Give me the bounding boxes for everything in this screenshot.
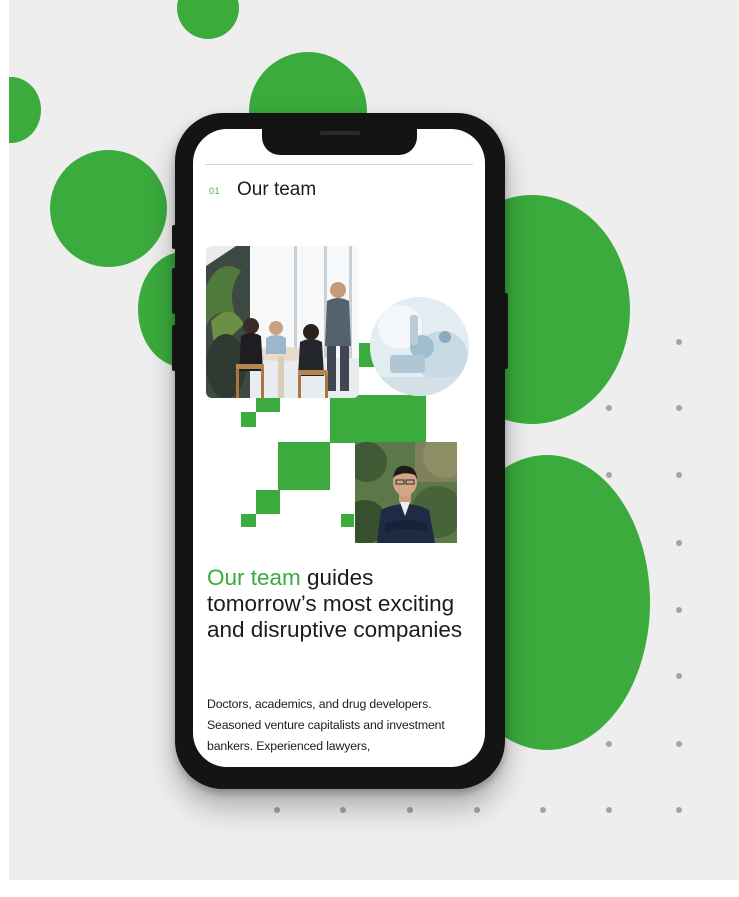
decor-circle (50, 150, 167, 267)
portrait-illustration (355, 442, 457, 543)
decor-dot (676, 339, 682, 345)
decor-circle (9, 77, 41, 143)
decor-dot (407, 807, 413, 813)
phone-screen: 01 Our team Our team guides tomorrow’s m… (193, 129, 485, 767)
decor-dot (676, 540, 682, 546)
decor-circle (177, 0, 239, 39)
decor-square (330, 395, 426, 443)
headline-accent: Our team (207, 565, 301, 590)
decor-dot (340, 807, 346, 813)
decor-dot (676, 807, 682, 813)
section-number: 01 (209, 186, 221, 196)
decor-dot (606, 472, 612, 478)
section-title: Our team (237, 179, 317, 200)
decor-dot (474, 807, 480, 813)
decor-square (241, 514, 256, 527)
section-divider (205, 164, 473, 165)
decor-dot (676, 405, 682, 411)
decor-dot (540, 807, 546, 813)
team-meeting-illustration (206, 246, 359, 398)
laboratory-illustration (370, 297, 469, 396)
decor-square (278, 442, 330, 490)
phone-speaker (320, 131, 360, 135)
decor-dot (676, 472, 682, 478)
body-copy: Doctors, academics, and drug developers.… (207, 697, 445, 753)
team-member-portrait (355, 442, 457, 543)
decor-dot (606, 405, 612, 411)
decor-square (341, 514, 354, 527)
decor-dot (676, 673, 682, 679)
decor-dot (676, 607, 682, 613)
team-meeting-photo (206, 246, 359, 398)
decor-square (241, 412, 256, 427)
decor-dot (606, 741, 612, 747)
decor-dot (606, 807, 612, 813)
phone-notch (262, 123, 417, 155)
decor-dot (274, 807, 280, 813)
decor-square (256, 490, 280, 514)
hero-headline: Our team guides tomorrow’s most exciting… (207, 565, 477, 643)
laboratory-photo (370, 297, 469, 396)
decor-dot (676, 741, 682, 747)
